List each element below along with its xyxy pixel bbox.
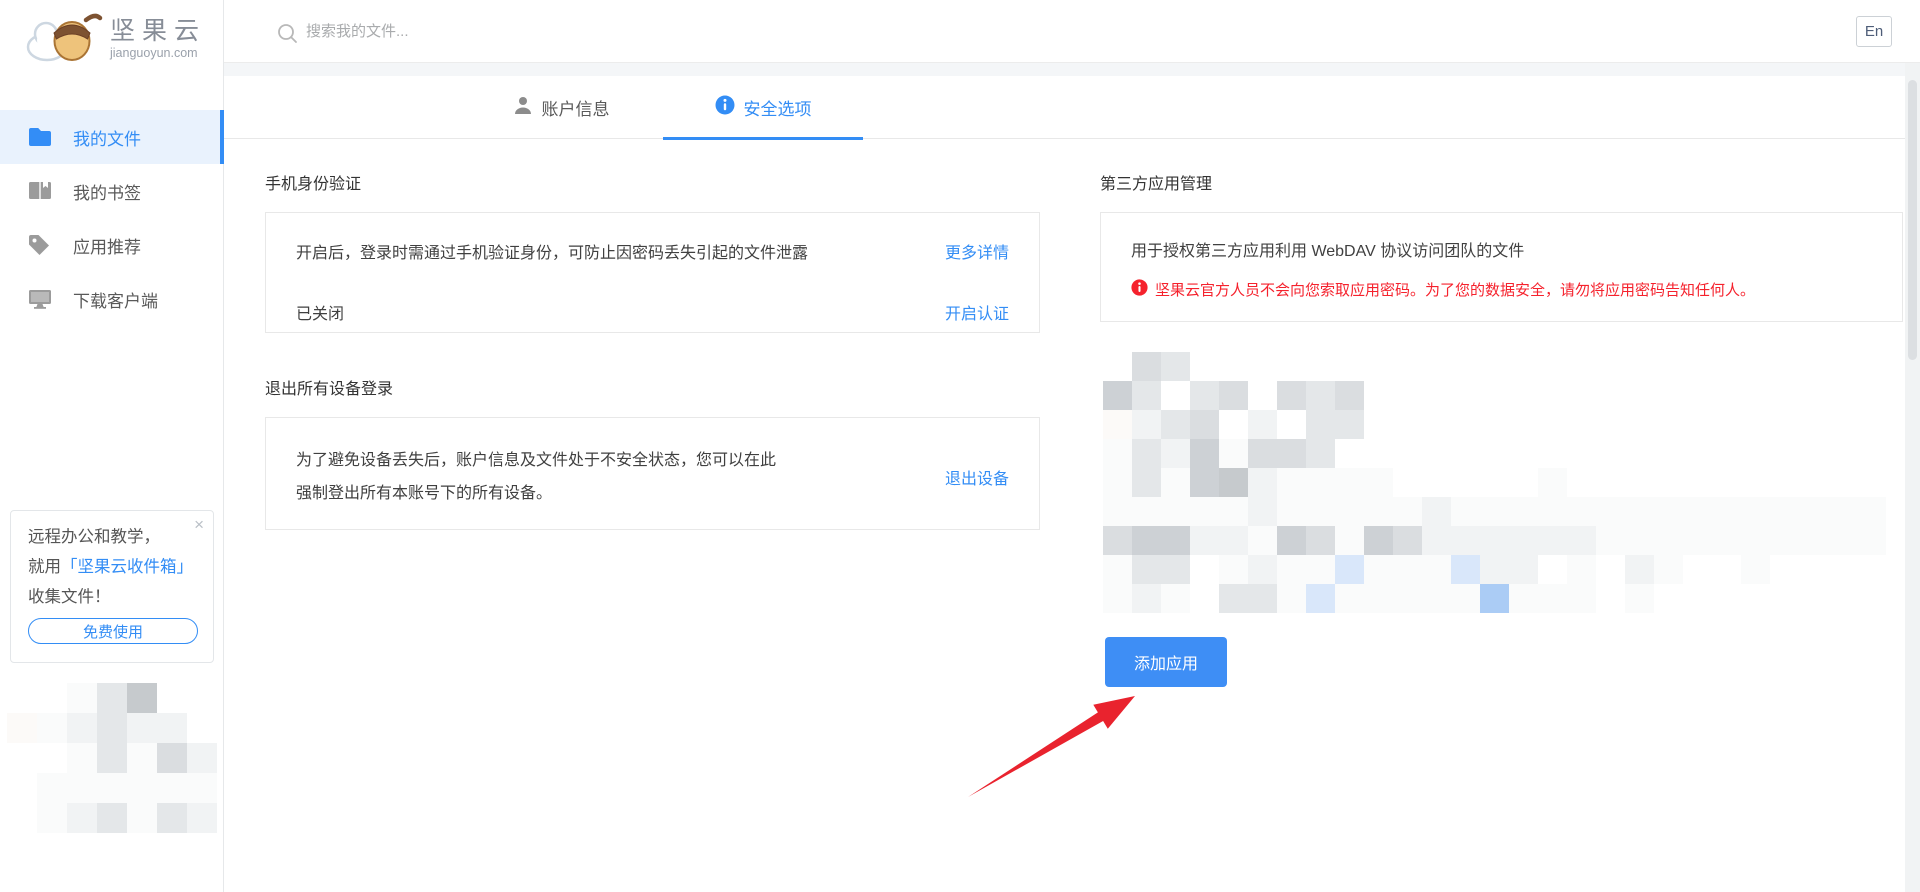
- third-party-desc: 用于授权第三方应用利用 WebDAV 协议访问团队的文件: [1131, 243, 1525, 260]
- logout-all-desc: 为了避免设备丢失后，账户信息及文件处于不安全状态，您可以在此 强制登出所有本账号…: [296, 444, 776, 510]
- phone-verify-panel: 开启后，登录时需通过手机验证身份，可防止因密码丢失引起的文件泄露 更多详情 已关…: [265, 212, 1040, 333]
- search-icon: [277, 23, 298, 49]
- more-details-link[interactable]: 更多详情: [945, 239, 1009, 263]
- phone-verify-title: 手机身份验证: [265, 176, 362, 193]
- sidebar-nav: 我的文件 我的书签 应用推荐 下载客户端: [0, 110, 224, 326]
- logout-desc-line1: 为了避免设备丢失后，账户信息及文件处于不安全状态，您可以在此: [296, 452, 777, 469]
- redacted-mosaic-sidebar: [7, 683, 217, 833]
- sidebar-item-label: 我的文件: [73, 129, 141, 149]
- logout-all-title: 退出所有设备登录: [265, 381, 394, 398]
- third-party-warning: 坚果云官方人员不会向您索取应用密码。为了您的数据安全，请勿将应用密码告知任何人。: [1131, 279, 1755, 300]
- free-use-button[interactable]: 免费使用: [28, 618, 198, 644]
- phone-verify-desc: 开启后，登录时需通过手机验证身份，可防止因密码丢失引起的文件泄露: [296, 245, 809, 262]
- acorn-cloud-logo-icon: [26, 9, 106, 70]
- sidebar-item-label: 我的书签: [73, 183, 141, 203]
- monitor-icon: [28, 288, 52, 310]
- language-toggle-button[interactable]: En: [1856, 16, 1892, 47]
- promo-line3: 收集文件！: [28, 588, 111, 606]
- brand-logo[interactable]: 坚果云 jianguoyun.com: [26, 10, 206, 68]
- top-header: En: [224, 0, 1920, 63]
- promo-text: 远程办公和教学， 就用「坚果云收件箱」 收集文件！: [28, 522, 193, 612]
- search-input[interactable]: [306, 16, 636, 46]
- logout-desc-line2: 强制登出所有本账号下的所有设备。: [296, 485, 553, 502]
- redacted-mosaic-app-list: [1103, 352, 1886, 613]
- active-indicator-bar: [220, 110, 224, 164]
- tab-account-info[interactable]: 账户信息: [471, 76, 651, 139]
- nutstore-security-settings-page: 坚果云 jianguoyun.com 我的文件 我的书签 应用推荐 下载客户端 …: [0, 0, 1920, 892]
- sidebar-item-my-files[interactable]: 我的文件: [0, 110, 224, 164]
- sidebar-item-download-client[interactable]: 下载客户端: [0, 272, 224, 326]
- tab-label: 安全选项: [743, 100, 812, 119]
- tab-security-options[interactable]: 安全选项: [663, 76, 863, 140]
- brand-name: 坚果云: [110, 17, 207, 45]
- phone-verify-status: 已关闭: [296, 306, 345, 323]
- tab-label: 账户信息: [541, 100, 610, 119]
- brand-domain: jianguoyun.com: [110, 46, 198, 60]
- promo-line2-pre: 就用: [28, 558, 61, 576]
- scrollbar-thumb[interactable]: [1908, 80, 1917, 360]
- close-icon[interactable]: ×: [194, 515, 204, 535]
- logout-devices-link[interactable]: 退出设备: [945, 465, 1009, 489]
- promo-line1: 远程办公和教学，: [28, 528, 160, 546]
- warning-info-icon: [1131, 279, 1148, 300]
- red-annotation-arrow: [968, 696, 1135, 797]
- enable-auth-link[interactable]: 开启认证: [945, 300, 1009, 324]
- warning-text: 坚果云官方人员不会向您索取应用密码。为了您的数据安全，请勿将应用密码告知任何人。: [1155, 282, 1756, 299]
- bookmark-icon: [28, 180, 52, 202]
- promo-inbox-link[interactable]: 「坚果云收件箱」: [61, 558, 193, 576]
- folder-icon: [28, 126, 52, 148]
- promo-card: × 远程办公和教学， 就用「坚果云收件箱」 收集文件！ 免费使用: [10, 510, 214, 663]
- user-icon: [513, 95, 533, 120]
- sidebar-item-app-recommend[interactable]: 应用推荐: [0, 218, 224, 272]
- logout-all-panel: 为了避免设备丢失后，账户信息及文件处于不安全状态，您可以在此 强制登出所有本账号…: [265, 417, 1040, 530]
- third-party-title: 第三方应用管理: [1100, 176, 1213, 193]
- tag-icon: [28, 234, 52, 256]
- active-tab-underline: [663, 137, 863, 140]
- sidebar-item-my-bookmarks[interactable]: 我的书签: [0, 164, 224, 218]
- sidebar-item-label: 应用推荐: [73, 237, 141, 257]
- header-gap-band: [224, 63, 1920, 76]
- settings-tabbar: 账户信息 安全选项: [224, 76, 1905, 140]
- brand-text: 坚果云 jianguoyun.com: [110, 18, 206, 60]
- vertical-scrollbar[interactable]: [1905, 63, 1920, 892]
- sidebar: 坚果云 jianguoyun.com 我的文件 我的书签 应用推荐 下载客户端 …: [0, 0, 224, 892]
- third-party-panel: 用于授权第三方应用利用 WebDAV 协议访问团队的文件 坚果云官方人员不会向您…: [1100, 212, 1903, 322]
- info-icon: [715, 95, 735, 120]
- sidebar-item-label: 下载客户端: [73, 291, 158, 311]
